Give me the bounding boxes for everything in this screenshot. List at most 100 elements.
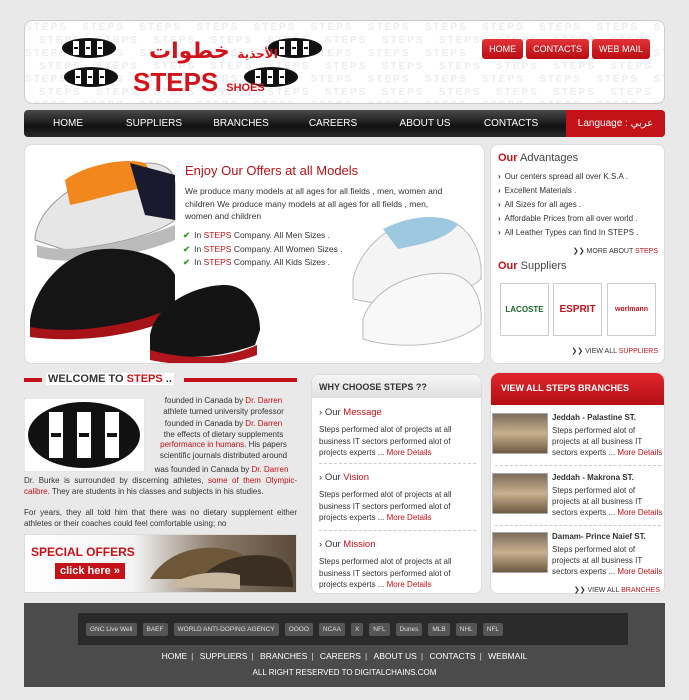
nav-contacts[interactable]: CONTACTS: [481, 118, 541, 129]
sponsor-logos: GNC Live Well BAEF WORLD ANTI-DOPING AGE…: [78, 613, 628, 645]
sponsor-logo[interactable]: BAEF: [142, 622, 168, 636]
nav-careers[interactable]: CAREERS: [304, 118, 362, 129]
more-details-link[interactable]: More Details: [615, 567, 662, 576]
logo-sub: SHOES: [226, 82, 265, 94]
title-rest: Advantages: [517, 152, 579, 164]
advantage-item: Excellent Materials .: [498, 184, 657, 198]
sponsor-logo[interactable]: MLB: [428, 622, 450, 636]
footer-nav-about-us[interactable]: ABOUT US: [374, 651, 417, 661]
sponsor-logo[interactable]: WORLD ANTI-DOPING AGENCY: [173, 622, 279, 636]
text: . They are students in his classes and s…: [47, 486, 264, 496]
more-red: SUPPLIERS: [618, 348, 658, 355]
suppliers-title: Our Suppliers: [498, 260, 566, 272]
logo-arabic[interactable]: الأحذية خطوات: [149, 39, 278, 64]
sponsor-logo[interactable]: X: [350, 622, 364, 636]
main-nav: HOME SUPPLIERS BRANCHES CAREERS ABOUT US…: [24, 110, 665, 137]
branch-name[interactable]: Jeddah - Palastine ST.: [552, 413, 636, 422]
title-prefix: WELCOME TO: [48, 373, 127, 385]
bullet-prefix: In: [194, 257, 204, 267]
text: the effects of dietary supplements: [163, 429, 284, 439]
nav-suppliers[interactable]: SUPPLIERS: [124, 118, 184, 129]
name-link[interactable]: Dr. Darren: [245, 419, 282, 428]
name-link[interactable]: Dr. Darren: [252, 465, 289, 474]
branch-name[interactable]: Damam- Prince Naief ST.: [552, 532, 646, 541]
footer-nav-contacts[interactable]: CONTACTS: [429, 651, 475, 661]
footer-nav-webmail[interactable]: WEBMAIL: [488, 651, 527, 661]
hero-bullet: ✔ In STEPS Company. All Women Sizes .: [183, 243, 343, 257]
sponsor-logo[interactable]: OOOO: [284, 622, 313, 636]
footer-nav-branches[interactable]: BRANCHES: [260, 651, 307, 661]
footer-nav-suppliers[interactable]: SUPPLIERS: [200, 651, 248, 661]
view-all-suppliers-link[interactable]: ❯❯ VIEW ALL SUPPLIERS: [571, 347, 658, 355]
site-footer: GNC Live Well BAEF WORLD ANTI-DOPING AGE…: [24, 603, 665, 687]
special-offers-banner[interactable]: SPECIAL OFFERS click here »: [24, 534, 297, 593]
nav-home[interactable]: HOME: [46, 118, 90, 129]
nav-branches[interactable]: BRANCHES: [210, 118, 272, 129]
top-nav-contacts[interactable]: CONTACTS: [526, 39, 589, 59]
top-nav-home[interactable]: HOME: [482, 39, 524, 59]
separator: |: [364, 651, 368, 661]
branches-title[interactable]: VIEW ALL STEPS BRANCHES: [491, 373, 664, 405]
why-choose-panel: WHY CHOOSE STEPS ?? › Our Message Steps …: [311, 374, 482, 594]
more-details-link[interactable]: More Details: [615, 508, 662, 517]
more-about-link[interactable]: ❯❯ MORE ABOUT STEPS: [573, 247, 658, 255]
title-prefix: Our: [324, 472, 344, 483]
logo[interactable]: STEPS SHOES: [133, 67, 265, 98]
name-link[interactable]: Dr. Darren: [245, 396, 282, 405]
top-nav-webmail[interactable]: WEB MAIL: [591, 39, 650, 59]
sponsor-logo[interactable]: NFL: [369, 622, 390, 636]
nav-about-us[interactable]: ABOUT US: [396, 118, 454, 129]
divider: [319, 530, 476, 531]
advantages-title: Our Advantages: [498, 152, 657, 164]
divider: [495, 525, 661, 526]
branch-item: Damam- Prince Naief ST. Steps performed …: [491, 532, 666, 580]
sponsor-logo[interactable]: NHL: [455, 622, 477, 636]
hero-bullet: ✔ In STEPS Company. All Kids Sizes .: [183, 256, 343, 270]
language-switcher[interactable]: Language : عربي: [566, 110, 665, 137]
more-details-link[interactable]: More Details: [384, 448, 432, 457]
highlight: performance in humans: [160, 440, 245, 449]
sponsor-logo[interactable]: Dunes: [395, 622, 423, 636]
copyright: ALL RIGHT RESERVED TO DIGITALCHAINS.COM: [252, 668, 437, 677]
divider: [495, 465, 661, 466]
branch-text: Steps performed alot of projects at all …: [552, 425, 665, 458]
branch-photo[interactable]: [492, 473, 548, 514]
more-details-link[interactable]: More Details: [384, 580, 432, 589]
branch-photo[interactable]: [492, 532, 548, 573]
footer-nav-careers[interactable]: CAREERS: [320, 651, 361, 661]
welcome-heading: WELCOME TO STEPS ..: [24, 373, 297, 386]
title-red: Message: [343, 407, 382, 418]
branch-item: Jeddah - Palastine ST. Steps performed a…: [491, 413, 666, 461]
bullet-brand: STEPS: [203, 243, 232, 254]
arrow-icon: ›: [319, 539, 323, 550]
special-offers-title: SPECIAL OFFERS: [31, 545, 135, 559]
sponsor-logo[interactable]: NCAA: [318, 622, 345, 636]
sponsor-logo[interactable]: GNC Live Well: [86, 622, 137, 636]
separator: |: [479, 651, 482, 661]
supplier-logo-wortmann[interactable]: worlmann: [607, 283, 656, 336]
click-here-button[interactable]: click here »: [55, 563, 125, 579]
section-text: Steps performed alot of projects at all …: [319, 556, 479, 591]
arrow-icon: ❯❯: [572, 248, 585, 255]
more-prefix: VIEW ALL: [587, 587, 622, 594]
arrow-icon: ❯❯: [573, 587, 586, 594]
more-details-link[interactable]: More Details: [384, 513, 432, 522]
view-all-branches-link[interactable]: ❯❯ VIEW ALL BRANCHES: [574, 586, 660, 594]
footer-nav-home[interactable]: HOME: [162, 651, 188, 661]
divider: [24, 378, 42, 382]
branch-name[interactable]: Jeddah - Makrona ST.: [552, 473, 634, 482]
hero-description: We produce many models at all ages for a…: [185, 186, 443, 221]
supplier-logo-lacoste[interactable]: LACOSTE: [500, 283, 549, 336]
branch-photo[interactable]: [492, 413, 548, 454]
arrow-icon: ›: [319, 472, 323, 483]
more-red: BRANCHES: [621, 587, 660, 594]
bullet-suffix: Company. All Men Sizes .: [231, 230, 331, 240]
more-details-link[interactable]: More Details: [615, 448, 662, 457]
sponsor-logo[interactable]: NFL: [482, 622, 504, 636]
why-section-vision: › Our Vision Steps performed alot of pro…: [319, 472, 479, 524]
supplier-logo-esprit[interactable]: ESPRIT: [553, 283, 602, 336]
more-prefix: MORE ABOUT: [586, 248, 636, 255]
shoe-collection-image: [150, 547, 293, 589]
title-red: Mission: [343, 539, 376, 550]
header-watermark: STEPS STEPS STEPS STEPS STEPS STEPS STEP…: [25, 22, 664, 103]
